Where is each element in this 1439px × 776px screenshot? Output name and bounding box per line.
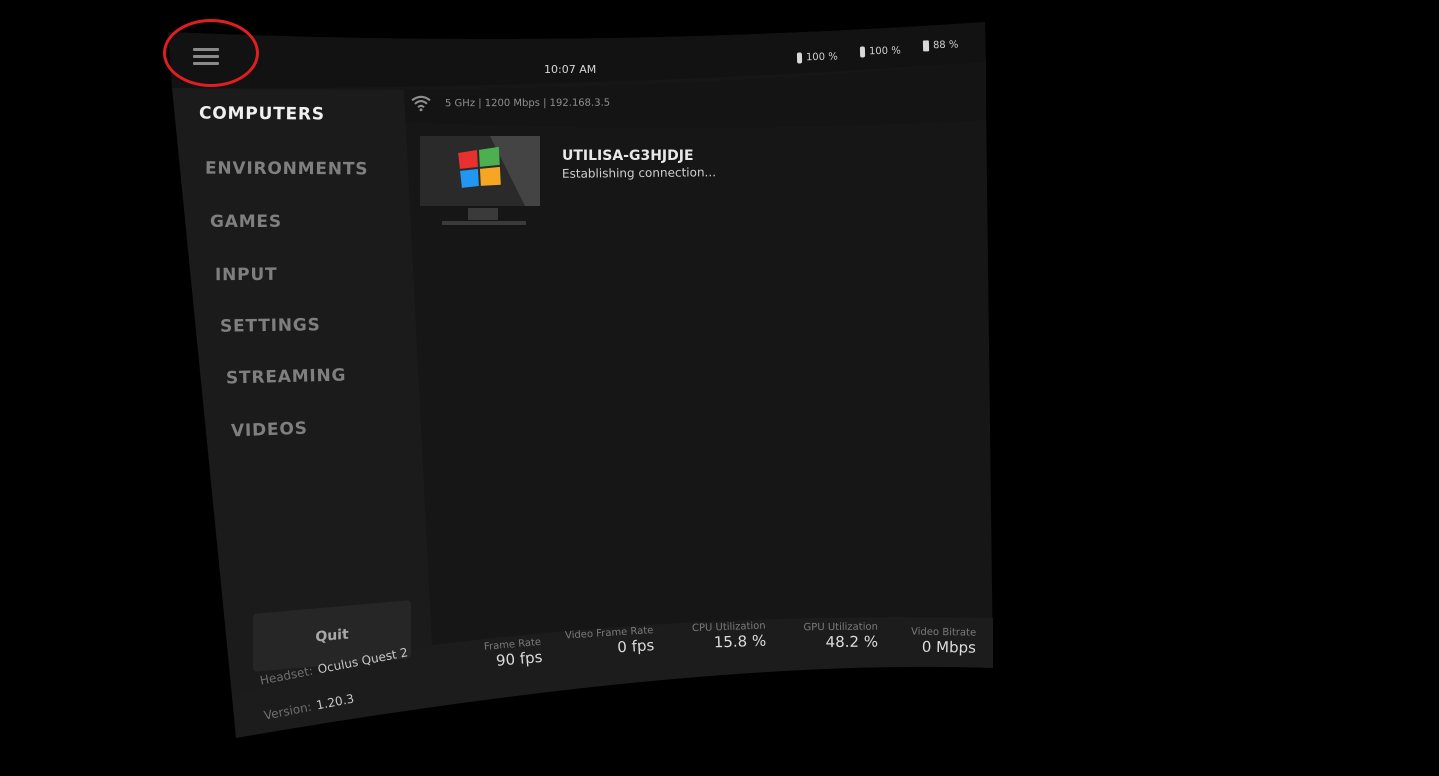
highlight-annotation-circle — [163, 19, 259, 87]
stat-video-frame-rate: Video Frame Rate 0 fps — [559, 625, 655, 660]
stat-value: 0 Mbps — [921, 637, 977, 657]
nav-input[interactable]: INPUT — [215, 265, 278, 285]
stat-value: 15.8 % — [713, 631, 767, 652]
stat-value: 48.2 % — [825, 632, 879, 652]
nav-games[interactable]: GAMES — [210, 212, 282, 232]
headset-battery-icon — [922, 40, 930, 52]
connection-status: Establishing connection... — [561, 165, 717, 181]
left-controller-battery: 100 % — [796, 51, 838, 64]
stat-video-bitrate: Video Bitrate 0 Mbps — [900, 626, 977, 657]
network-status: 5 GHz | 1200 Mbps | 192.168.3.5 — [411, 95, 610, 112]
nav-streaming[interactable]: STREAMING — [226, 366, 347, 389]
nav-settings[interactable]: SETTINGS — [220, 315, 321, 336]
stat-label: GPU Utilization — [803, 621, 878, 634]
stat-gpu-utilization: GPU Utilization 48.2 % — [796, 622, 878, 652]
clock-time: 10:07 AM — [544, 63, 597, 76]
headset-battery: 88 % — [922, 40, 959, 52]
controller-battery-icon — [796, 52, 803, 64]
nav-videos[interactable]: VIDEOS — [231, 419, 308, 442]
wifi-icon — [411, 95, 431, 112]
computer-name[interactable]: UTILISA-G3HJDJE — [562, 148, 694, 164]
controller-battery-icon — [859, 46, 866, 58]
stat-cpu-utilization: CPU Utilization 15.8 % — [686, 621, 767, 653]
stat-label: Video Bitrate — [910, 626, 977, 639]
right-controller-battery: 100 % — [859, 45, 901, 58]
computer-monitor-icon[interactable] — [420, 136, 540, 228]
nav-environments[interactable]: ENVIRONMENTS — [205, 159, 368, 180]
nav-computers[interactable]: COMPUTERS — [199, 103, 325, 124]
network-info-text: 5 GHz | 1200 Mbps | 192.168.3.5 — [444, 97, 611, 109]
vr-dashboard-panel: 10:07 AM 100 % 100 % 88 % 5 GHz | 1200 M… — [0, 0, 1439, 776]
